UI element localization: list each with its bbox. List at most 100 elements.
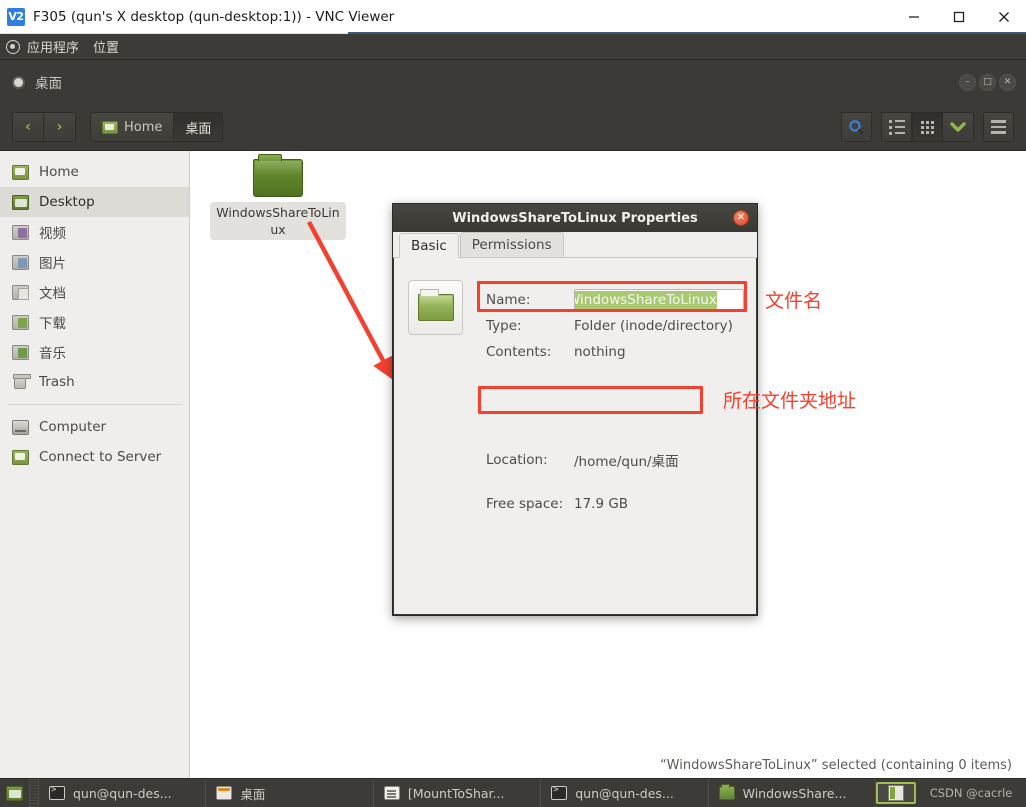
sidebar-item-label: Connect to Server (39, 449, 161, 465)
gnome-top-panel: 应用程序 位置 (0, 34, 1026, 60)
vnc-window-controls (891, 0, 1026, 34)
folder-icon (253, 159, 303, 197)
applications-menu-icon[interactable] (6, 40, 20, 54)
taskbar-item-windowsshare[interactable]: WindowsShare... (709, 779, 876, 807)
dialog-close-icon[interactable]: ✕ (733, 210, 749, 226)
taskbar-item-label: [MountToShar... (408, 786, 505, 801)
chevron-down-icon[interactable] (943, 112, 974, 142)
terminal-icon (551, 786, 567, 800)
breadcrumb-desktop-label: 桌面 (185, 118, 211, 137)
sidebar-item-label: Computer (39, 419, 106, 435)
search-icon[interactable] (841, 112, 872, 142)
dialog-titlebar: WindowsShareToLinux Properties ✕ (393, 204, 757, 232)
dialog-tabs: Basic Permissions (393, 232, 757, 258)
sidebar-item-music[interactable]: 音乐 (0, 337, 189, 367)
sidebar-item-label: Desktop (39, 194, 95, 210)
text-editor-icon (384, 786, 400, 800)
file-manager-toolbar: ‹ › Home 桌面 (0, 104, 1026, 151)
vnc-titlebar: V2 F305 (qun's X desktop (qun-desktop:1)… (0, 0, 1026, 34)
status-bar: “WindowsShareToLinux” selected (containi… (190, 752, 1026, 778)
terminal-icon (49, 786, 65, 800)
list-view-icon[interactable] (881, 112, 912, 142)
dialog-content: Name: WindowsShareToLinux Type: Folder (… (393, 258, 757, 615)
panel-item-applications[interactable]: 应用程序 (27, 37, 79, 56)
taskbar-item-terminal-1[interactable]: qun@qun-des... (39, 779, 206, 807)
type-value: Folder (inode/directory) (574, 318, 733, 334)
connect-server-icon (12, 450, 29, 465)
taskbar-item-label: 桌面 (240, 784, 265, 803)
maximize-icon[interactable] (936, 0, 981, 34)
forward-button[interactable]: › (44, 112, 76, 142)
contents-label: Contents: (486, 344, 574, 360)
taskbar-item-label: qun@qun-des... (575, 786, 674, 801)
fm-close-icon[interactable]: ✕ (999, 74, 1016, 91)
sidebar-item-pictures[interactable]: 图片 (0, 247, 189, 277)
location-label: Location: (486, 452, 574, 468)
breadcrumb-home[interactable]: Home (90, 112, 174, 142)
home-folder-icon (102, 121, 118, 134)
minimize-icon[interactable] (891, 0, 936, 34)
sidebar-item-documents[interactable]: 文档 (0, 277, 189, 307)
videos-folder-icon (12, 225, 29, 240)
name-input-value: WindowsShareToLinux (574, 291, 717, 309)
taskbar-item-mounttoshare[interactable]: [MountToShar... (374, 779, 541, 807)
taskbar-item-label: qun@qun-des... (73, 786, 172, 801)
breadcrumb-desktop[interactable]: 桌面 (174, 112, 223, 142)
sidebar-item-desktop[interactable]: Desktop (0, 187, 189, 217)
toolbar-right-group (841, 112, 1014, 142)
window-menu-icon[interactable] (12, 76, 25, 89)
dialog-file-icon (408, 280, 463, 335)
sidebar-item-label: 视频 (39, 222, 66, 242)
panel-item-places[interactable]: 位置 (93, 37, 119, 56)
tab-basic[interactable]: Basic (399, 233, 459, 258)
property-row-location: Location: /home/qun/桌面 (486, 450, 679, 470)
properties-fields: Name: WindowsShareToLinux Type: Folder (… (486, 286, 748, 365)
location-value: /home/qun/桌面 (574, 450, 679, 470)
breadcrumb-home-label: Home (124, 120, 162, 135)
folder-icon (719, 786, 735, 800)
back-button[interactable]: ‹ (12, 112, 44, 142)
free-space-label: Free space: (486, 496, 574, 512)
hamburger-menu-icon[interactable] (983, 112, 1014, 142)
sidebar-item-computer[interactable]: Computer (0, 412, 189, 442)
icon-view-icon[interactable] (912, 112, 943, 142)
sidebar-item-label: Trash (39, 374, 75, 390)
sidebar-item-videos[interactable]: 视频 (0, 217, 189, 247)
sidebar-item-downloads[interactable]: 下载 (0, 307, 189, 337)
taskbar-item-desktop[interactable]: 桌面 (206, 779, 373, 807)
breadcrumb: Home 桌面 (90, 112, 223, 142)
tab-permissions[interactable]: Permissions (460, 232, 564, 257)
pictures-folder-icon (12, 255, 29, 270)
contents-value: nothing (574, 344, 626, 360)
taskbar-drag-handle[interactable] (30, 779, 39, 807)
sidebar-item-label: 文档 (39, 282, 66, 302)
fm-maximize-icon[interactable]: □ (979, 74, 996, 91)
trash-icon (12, 375, 29, 390)
name-annotation-label: 文件名 (765, 286, 822, 313)
close-icon[interactable] (981, 0, 1026, 34)
vnc-logo-icon: V2 (7, 8, 25, 26)
property-row-type: Type: Folder (inode/directory) (486, 313, 748, 339)
taskbar-item-label: WindowsShare... (743, 786, 847, 801)
nav-button-group: ‹ › (12, 112, 76, 142)
sidebar-item-home[interactable]: Home (0, 157, 189, 187)
sidebar-item-connect-to-server[interactable]: Connect to Server (0, 442, 189, 472)
taskbar-item-terminal-2[interactable]: qun@qun-des... (541, 779, 708, 807)
workspace-switcher-icon[interactable] (876, 782, 916, 804)
file-manager-title: 桌面 (35, 72, 62, 92)
sidebar-item-trash[interactable]: Trash (0, 367, 189, 397)
name-label: Name: (486, 292, 574, 308)
fm-minimize-icon[interactable]: – (959, 74, 976, 91)
dialog-title: WindowsShareToLinux Properties (452, 211, 698, 226)
file-manager-window-controls: – □ ✕ (959, 74, 1016, 91)
desktop-item-windowssharetolinux[interactable]: WindowsShareToLinux (208, 159, 348, 240)
property-row-free-space: Free space: 17.9 GB (486, 496, 628, 512)
sidebar: Home Desktop 视频 图片 文档 (0, 151, 190, 778)
sidebar-item-label: 下载 (39, 312, 66, 332)
name-input[interactable]: WindowsShareToLinux (574, 289, 744, 311)
sidebar-item-label: 图片 (39, 252, 66, 272)
downloads-folder-icon (12, 315, 29, 330)
sidebar-item-label: 音乐 (39, 342, 66, 362)
status-text: “WindowsShareToLinux” selected (containi… (660, 758, 1012, 773)
show-desktop-icon[interactable] (0, 779, 30, 807)
